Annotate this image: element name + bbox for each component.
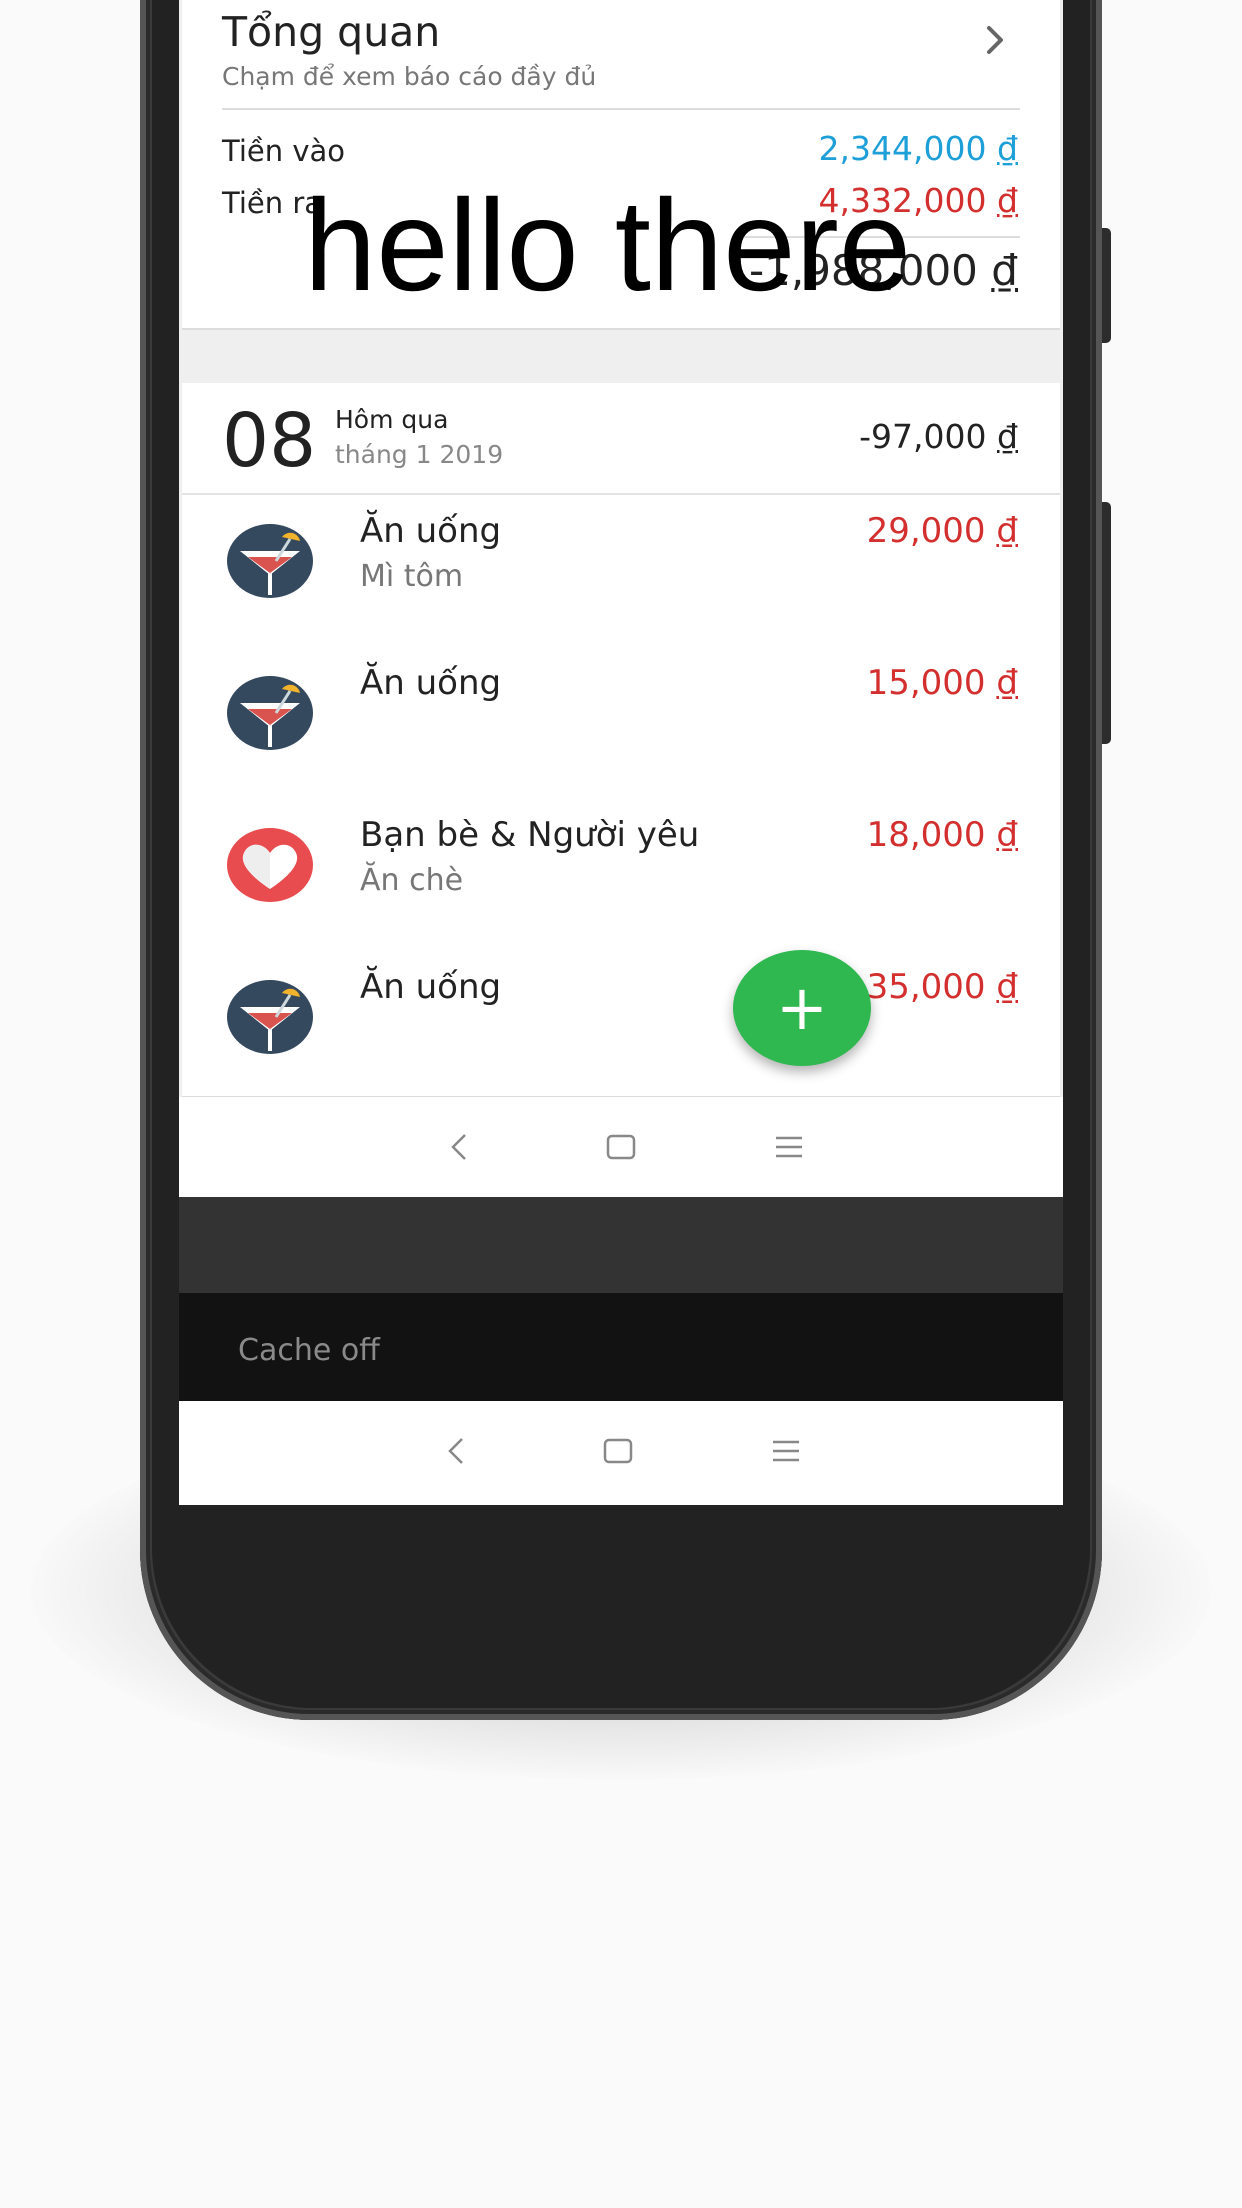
overview-title: Tổng quan	[222, 8, 441, 56]
navigation-bar	[179, 1097, 1063, 1197]
transaction-amount: 18,000 ₫	[866, 815, 1018, 855]
cache-status-text: Cache off	[238, 1333, 380, 1368]
transaction-category: Ăn uống	[360, 511, 502, 551]
dark-band	[179, 1197, 1063, 1293]
day-label: Hôm qua	[335, 405, 449, 434]
day-month: tháng 1 2019	[335, 440, 504, 469]
home-icon[interactable]	[601, 1127, 641, 1167]
volume-button	[1102, 228, 1111, 343]
day-total: -97,000 ₫	[859, 417, 1018, 456]
day-number: 08	[222, 398, 317, 484]
add-transaction-button[interactable]: +	[733, 950, 871, 1066]
day-group-card: 08 Hôm qua tháng 1 2019 -97,000 ₫ Ăn uốn…	[182, 383, 1060, 1098]
phone-screen: Tổng quan Chạm để xem báo cáo đầy đủ Tiề…	[179, 0, 1063, 1505]
menu-icon[interactable]	[766, 1431, 806, 1471]
back-icon[interactable]	[436, 1431, 476, 1471]
cache-status-bar: Cache off	[179, 1293, 1063, 1401]
cocktail-icon	[227, 524, 313, 598]
cocktail-icon	[227, 980, 313, 1054]
chevron-right-icon[interactable]	[979, 20, 1011, 60]
transaction-row[interactable]: Ăn uống Mì tôm 29,000 ₫	[182, 495, 1060, 645]
transaction-category: Bạn bè & Người yêu	[360, 815, 700, 855]
transaction-category: Ăn uống	[360, 967, 502, 1007]
income-label: Tiền vào	[222, 134, 345, 168]
transaction-row[interactable]: Ăn uống 35,000 ₫	[182, 951, 1060, 1101]
navigation-bar	[179, 1401, 1063, 1505]
overview-divider	[222, 108, 1020, 110]
transaction-amount: 35,000 ₫	[866, 967, 1018, 1007]
transaction-note: Mì tôm	[360, 559, 464, 594]
transaction-amount: 15,000 ₫	[866, 663, 1018, 703]
transaction-amount: 29,000 ₫	[866, 511, 1018, 551]
menu-icon[interactable]	[769, 1127, 809, 1167]
overlay-text: hello there	[304, 172, 912, 318]
transaction-note: Ăn chè	[360, 863, 464, 898]
transaction-row[interactable]: Ăn uống 15,000 ₫	[182, 647, 1060, 797]
income-value: 2,344,000 ₫	[818, 129, 1018, 168]
overview-card[interactable]: Tổng quan Chạm để xem báo cáo đầy đủ Tiề…	[182, 0, 1060, 330]
home-icon[interactable]	[598, 1431, 638, 1471]
canvas: Tổng quan Chạm để xem báo cáo đầy đủ Tiề…	[0, 0, 1242, 2208]
transaction-category: Ăn uống	[360, 663, 502, 703]
back-icon[interactable]	[439, 1127, 479, 1167]
cocktail-icon	[227, 676, 313, 750]
heart-icon	[227, 828, 313, 902]
overview-subtitle: Chạm để xem báo cáo đầy đủ	[222, 62, 597, 91]
transaction-row[interactable]: Bạn bè & Người yêu Ăn chè 18,000 ₫	[182, 799, 1060, 949]
power-button	[1102, 502, 1111, 744]
